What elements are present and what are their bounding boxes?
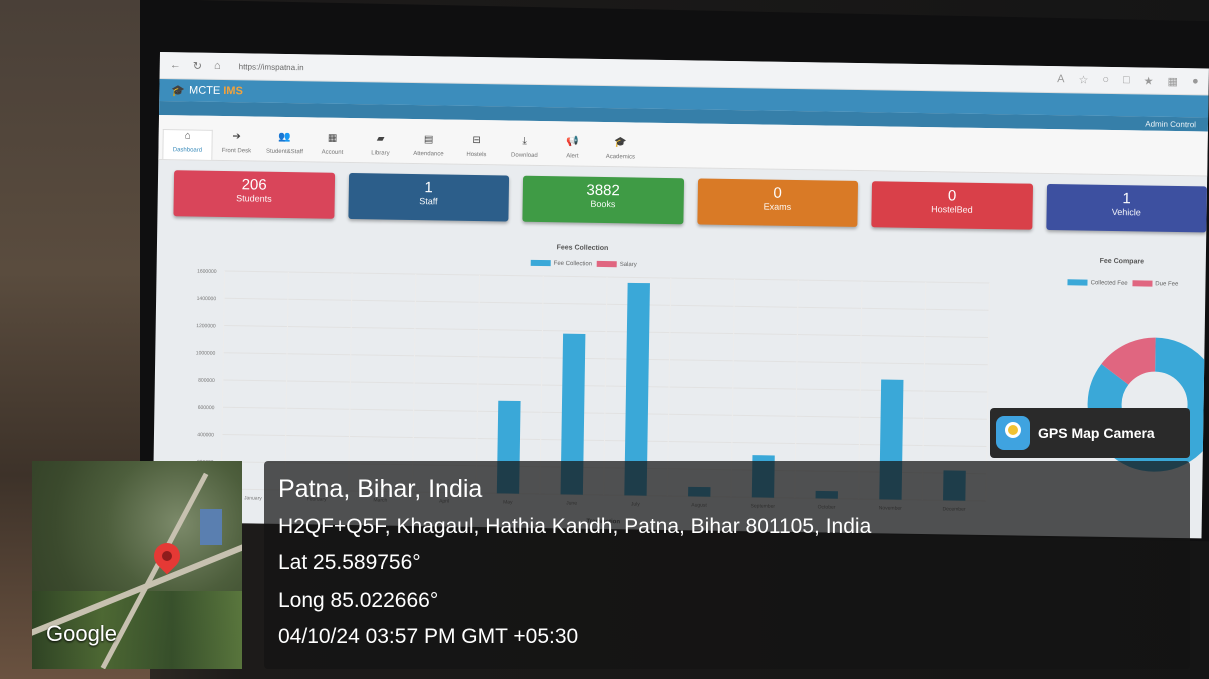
tab-library[interactable]: ▰ Library	[356, 133, 404, 163]
legend-swatch-fee	[530, 259, 551, 267]
home-icon: ⌂	[184, 130, 191, 142]
read-aloud-icon[interactable]: A	[1057, 73, 1065, 86]
favorites-bar-icon[interactable]: ★	[1144, 74, 1154, 87]
tab-label: Account	[321, 149, 344, 156]
gps-map-camera-icon	[996, 416, 1030, 450]
tab-label: Hostels	[466, 151, 487, 159]
y-tick-label: 600000	[198, 405, 215, 411]
bullhorn-icon: 📢	[566, 136, 579, 148]
y-tick-label: 400000	[197, 432, 214, 438]
stat-cards: 206 Students 1 Staff 3882 Books 0 Exams 0 HostelB…	[173, 170, 1208, 233]
stat-card-books[interactable]: 3882 Books	[522, 175, 684, 225]
bed-icon: ⊟	[472, 134, 481, 147]
map-building	[200, 509, 222, 545]
stat-card-exams[interactable]: 0 Exams	[696, 178, 859, 227]
location-city: Patna, Bihar, India	[278, 475, 483, 503]
signin-icon: ➔	[232, 131, 241, 143]
tab-label: Library	[371, 150, 390, 157]
stat-card-staff[interactable]: 1 Staff	[347, 172, 510, 222]
gps-label: GPS Map Camera	[1038, 425, 1155, 441]
favorite-icon[interactable]: ☆	[1078, 73, 1088, 86]
tab-academics[interactable]: 🎓 Academics	[596, 137, 644, 167]
tab-account[interactable]: ▦ Account	[308, 132, 356, 162]
collections-icon[interactable]: ▦	[1168, 74, 1179, 87]
stat-label: Students	[236, 193, 272, 204]
graduation-cap-icon: 🎓	[171, 84, 186, 97]
y-tick-label: 1000000	[196, 350, 216, 356]
location-lat: Lat 25.589756°	[278, 551, 421, 574]
stat-card-hostelbed[interactable]: 0 HostelBed	[871, 181, 1033, 230]
tab-attendance[interactable]: ▤ Attendance	[404, 134, 452, 164]
location-overlay: Patna, Bihar, India H2QF+Q5F, Khagaul, H…	[264, 461, 1190, 669]
tab-label: Academics	[605, 154, 636, 161]
legend-salary[interactable]: Salary	[620, 262, 637, 268]
home-icon[interactable]: ⌂	[214, 60, 221, 72]
tab-front-desk[interactable]: ➔ Front Desk	[212, 131, 260, 161]
download-icon: ⤓	[522, 135, 527, 147]
legend-fee[interactable]: Fee Collection	[554, 261, 592, 268]
map-thumbnail: Google	[32, 461, 242, 669]
y-tick-label: 800000	[198, 378, 215, 384]
tab-label: Dashboard	[172, 147, 203, 154]
x-tick-label: January	[244, 495, 262, 501]
split-icon[interactable]: □	[1123, 74, 1130, 87]
tab-hostels[interactable]: ⊟ Hostels	[452, 135, 500, 165]
stat-label: Books	[590, 198, 616, 210]
location-address: H2QF+Q5F, Khagaul, Hathia Kandh, Patna, …	[278, 515, 872, 538]
donut-title: Fee Compare	[1099, 257, 1145, 266]
admin-control-menu[interactable]: Admin Control	[1145, 119, 1196, 129]
refresh-icon[interactable]: ↻	[193, 59, 202, 72]
tab-dashboard[interactable]: ⌂ Dashboard	[162, 129, 213, 160]
y-tick-label: 1400000	[197, 296, 217, 302]
stat-card-vehicle[interactable]: 1 Vehicle	[1045, 183, 1208, 233]
tab-label: Front Desk	[221, 147, 252, 155]
profile-icon[interactable]: ●	[1192, 75, 1199, 88]
address-bar[interactable]: https://imspatna.in	[239, 62, 304, 72]
graduation-cap-icon: 🎓	[614, 137, 627, 149]
tab-label: Alert	[566, 153, 579, 160]
stat-label: Exams	[763, 201, 792, 212]
legend-swatch-salary	[596, 260, 617, 268]
calculator-icon: ▦	[327, 132, 338, 144]
tab-student-staff[interactable]: 👥 Student&Staff	[260, 132, 308, 162]
brand-ims: IMS	[223, 84, 243, 98]
calendar-icon: ▤	[423, 134, 434, 146]
tab-label: Download	[511, 152, 538, 159]
brand-name[interactable]: MCTE	[189, 84, 220, 96]
stat-card-students[interactable]: 206 Students	[173, 170, 335, 219]
users-icon: 👥	[278, 131, 291, 144]
book-icon: ▰	[376, 133, 385, 145]
y-tick-label: 1600000	[197, 269, 217, 275]
location-long: Long 85.022666°	[278, 589, 439, 612]
y-tick-label: 1200000	[196, 323, 216, 329]
browser-actions: A ☆ ○ □ ★ ▦ ●	[1057, 73, 1199, 88]
stat-label: Staff	[419, 196, 438, 207]
extensions-icon[interactable]: ○	[1102, 73, 1109, 86]
google-logo: Google	[46, 621, 117, 646]
stat-label: HostelBed	[931, 204, 973, 215]
tab-label: Student&Staff	[265, 148, 303, 156]
tab-download[interactable]: ⤓ Download	[500, 135, 548, 165]
back-icon[interactable]: ←	[170, 59, 181, 71]
tab-label: Attendance	[413, 150, 444, 158]
stat-label: Vehicle	[1111, 206, 1141, 218]
gps-badge: GPS Map Camera	[990, 408, 1190, 458]
tab-alert[interactable]: 📢 Alert	[548, 136, 596, 166]
location-datetime: 04/10/24 03:57 PM GMT +05:30	[278, 625, 579, 648]
